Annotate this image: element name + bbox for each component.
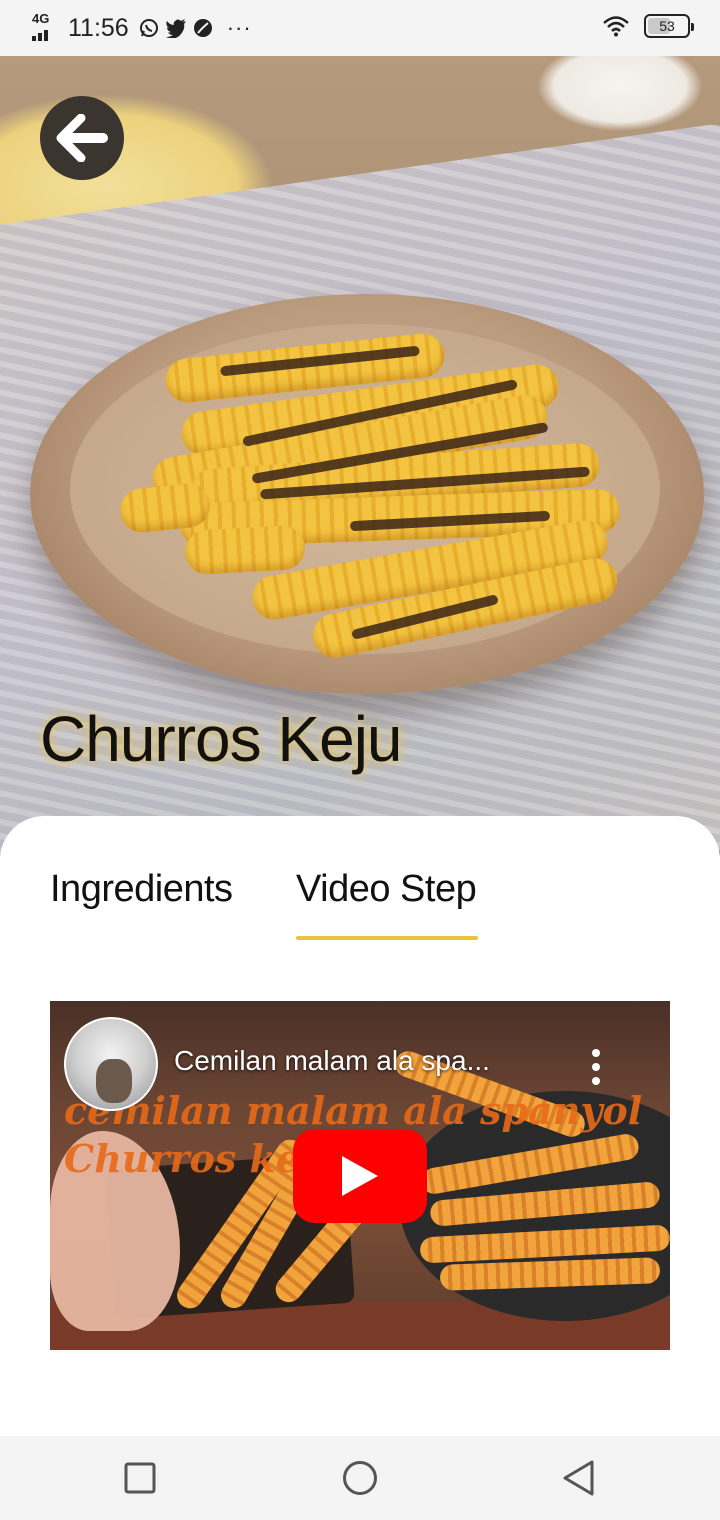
recent-apps-button[interactable] — [90, 1436, 190, 1520]
arrow-left-icon — [56, 114, 108, 162]
active-tab-indicator — [296, 936, 478, 940]
notification-icons — [139, 18, 213, 38]
video-player[interactable]: cemilan malam ala spanyol Churros ke Cem… — [50, 1001, 670, 1350]
status-bar: 4G 11:56 ··· 53 — [0, 0, 720, 56]
more-notifications-icon: ··· — [226, 15, 252, 40]
tab-ingredients[interactable]: Ingredients — [50, 868, 233, 911]
video-title[interactable]: Cemilan malam ala spa... — [174, 1045, 490, 1077]
app-icon — [193, 19, 212, 37]
home-button[interactable] — [310, 1436, 410, 1520]
system-navigation-bar — [0, 1436, 720, 1520]
more-options-icon[interactable] — [590, 1049, 602, 1085]
whatsapp-icon — [139, 19, 158, 37]
recipe-title: Churros Keju — [40, 703, 402, 775]
back-button[interactable] — [40, 96, 124, 180]
clock: 11:56 — [68, 13, 129, 42]
network-type: 4G — [32, 11, 50, 26]
tab-video-step[interactable]: Video Step — [296, 868, 477, 911]
signal-icon — [32, 30, 48, 41]
battery-icon: 53 — [644, 14, 694, 38]
play-icon — [342, 1156, 378, 1196]
back-nav-button[interactable] — [528, 1436, 628, 1520]
churro-shape — [183, 524, 307, 576]
play-button[interactable] — [293, 1129, 427, 1223]
video-overlay-caption: cemilan malam ala spanyol — [64, 1088, 643, 1133]
square-icon — [124, 1462, 156, 1494]
network-indicator: 4G — [30, 11, 54, 43]
video-overlay-caption-2: Churros ke — [64, 1136, 301, 1181]
channel-avatar[interactable] — [64, 1017, 158, 1111]
twitter-icon — [165, 19, 186, 38]
circle-icon — [343, 1461, 377, 1495]
triangle-back-icon — [563, 1460, 594, 1496]
wifi-icon — [603, 16, 629, 37]
battery-level: 53 — [659, 18, 675, 34]
system-status: 53 — [602, 14, 694, 38]
